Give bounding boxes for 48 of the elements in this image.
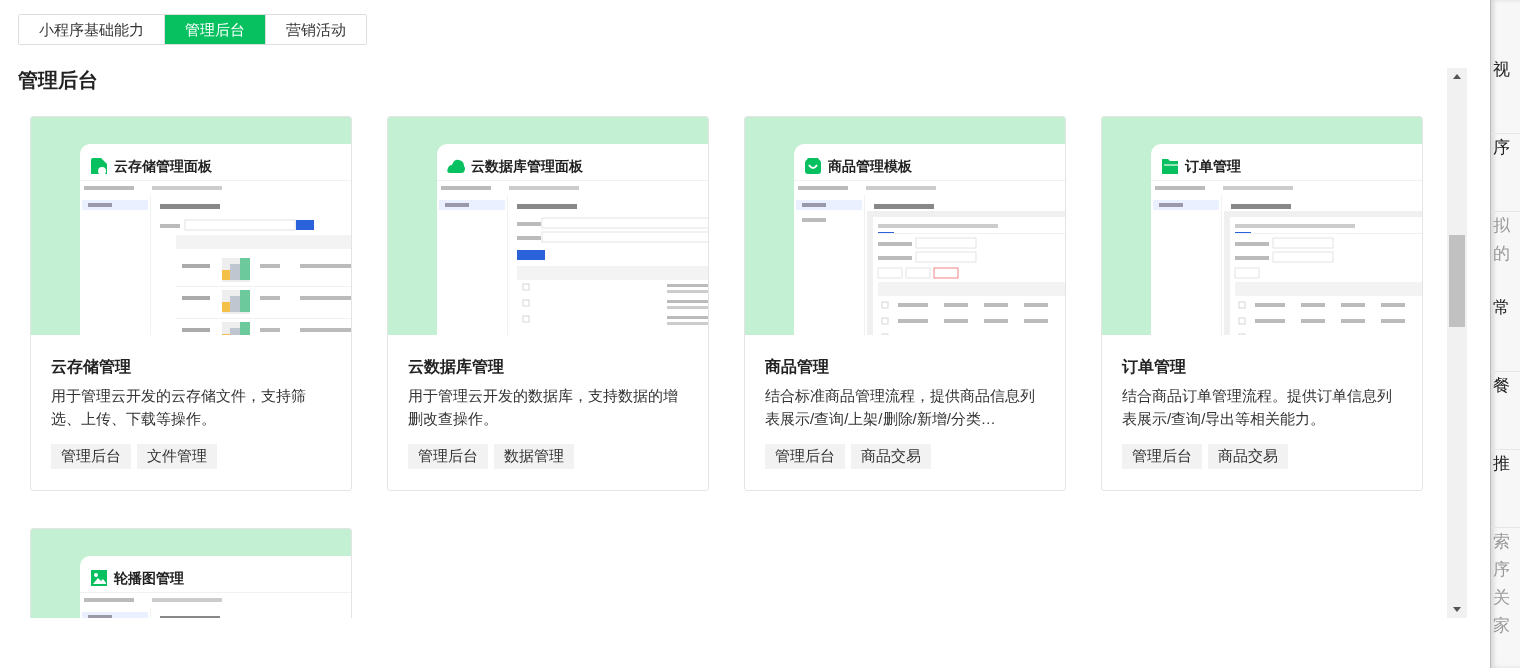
template-card[interactable]: 云存储管理面板 云存储管理 用于管理云开发的云存储文件，支持筛选、上传、下载等操作。 管理后台 文件管理 [30, 116, 352, 491]
template-card[interactable]: 商品管理模板 商品管理 结合标准商品管理流程，提供商品信息列表展示/查询/上架/删除/新增/分类… 管理后台 商品交易 [744, 116, 1066, 491]
scroll-up-icon[interactable] [1453, 74, 1461, 79]
card-title: 云数据库管理 [408, 357, 505, 377]
tag: 商品交易 [851, 444, 931, 469]
tag: 商品交易 [1208, 444, 1288, 469]
background-text: 关 [1492, 587, 1511, 609]
background-text: 家 [1492, 615, 1511, 637]
preview-title: 订单管理 [1185, 156, 1241, 176]
card-description: 用于管理云开发的云存储文件，支持筛选、上传、下载等操作。 [51, 386, 307, 430]
tag: 管理后台 [1122, 444, 1202, 469]
template-card[interactable]: 云数据库管理面板 云数据库管理 用于管理云开发的数据库，支持数据的增删改查操作。 管理后台 数据管理 [387, 116, 709, 491]
card-title: 订单管理 [1122, 357, 1187, 377]
card-title: 商品管理 [765, 357, 830, 377]
background-text: 拟 [1492, 215, 1511, 237]
folder-icon [1161, 157, 1179, 175]
scrollbar-thumb[interactable] [1449, 235, 1465, 327]
cloud-icon [447, 157, 465, 175]
background-text: 索 [1492, 531, 1511, 553]
image-icon [90, 569, 108, 587]
document-icon [90, 157, 108, 175]
tab[interactable]: 小程序基础能力 [19, 15, 165, 44]
tag: 文件管理 [137, 444, 217, 469]
background-text: 视 [1491, 56, 1520, 134]
tag: 管理后台 [51, 444, 131, 469]
preview-title: 商品管理模板 [828, 156, 912, 176]
template-card[interactable]: 轮播图管理 [30, 528, 352, 618]
card-title: 云存储管理 [51, 357, 132, 377]
section-title: 管理后台 [18, 68, 99, 92]
tag: 管理后台 [408, 444, 488, 469]
preview-title: 轮播图管理 [114, 568, 184, 588]
card-description: 用于管理云开发的数据库，支持数据的增删改查操作。 [408, 386, 679, 430]
tag: 管理后台 [765, 444, 845, 469]
background-text: 餐 [1491, 372, 1520, 450]
background-text: 序 [1492, 559, 1511, 581]
card-description: 结合标准商品管理流程，提供商品信息列表展示/查询/上架/删除/新增/分类… [765, 386, 1036, 430]
background-text: 常 [1491, 294, 1520, 372]
card-description: 结合商品订单管理流程。提供订单信息列表展示/查询/导出等相关能力。 [1122, 386, 1393, 430]
template-card[interactable]: 订单管理 订单管理 结合商品订单管理流程。提供订单信息列表展示/查询/导出等相关能力。 管理后台 商品交易 [1101, 116, 1423, 491]
tag: 数据管理 [494, 444, 574, 469]
preview-title: 云存储管理面板 [114, 156, 212, 176]
background-text: 的 [1492, 243, 1511, 265]
shopping-bag-icon [804, 157, 822, 175]
scroll-down-icon[interactable] [1453, 607, 1461, 612]
background-text: 推 [1491, 450, 1520, 528]
scrollbar[interactable] [1447, 68, 1467, 618]
background-text: 序 [1491, 134, 1520, 212]
preview-title: 云数据库管理面板 [471, 156, 583, 176]
